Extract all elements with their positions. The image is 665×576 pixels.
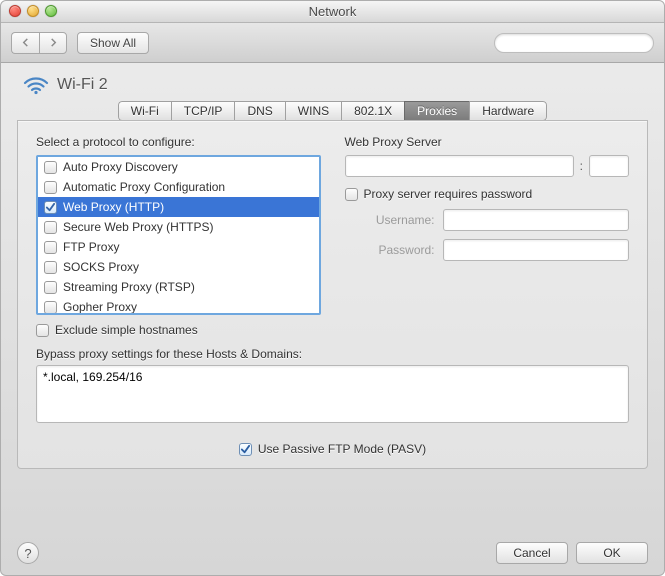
protocol-row[interactable]: FTP Proxy [38, 237, 319, 257]
checkbox-icon[interactable] [44, 181, 57, 194]
protocol-row[interactable]: SOCKS Proxy [38, 257, 319, 277]
checkbox-icon[interactable] [44, 241, 57, 254]
ok-label: OK [603, 546, 620, 560]
toolbar: Show All [1, 23, 664, 63]
checkbox-icon[interactable] [44, 301, 57, 314]
protocol-row[interactable]: Streaming Proxy (RTSP) [38, 277, 319, 297]
proxy-host-input[interactable] [345, 155, 574, 177]
protocol-row[interactable]: Web Proxy (HTTP) [38, 197, 319, 217]
checkbox-icon[interactable] [44, 221, 57, 234]
minimize-icon[interactable] [27, 5, 39, 17]
bottom-bar: ? Cancel OK [1, 531, 664, 575]
cancel-button[interactable]: Cancel [496, 542, 568, 564]
protocol-row[interactable]: Auto Proxy Discovery [38, 157, 319, 177]
protocol-label: Auto Proxy Discovery [63, 160, 178, 174]
protocol-row[interactable]: Automatic Proxy Configuration [38, 177, 319, 197]
tab-label: Proxies [417, 104, 457, 118]
search-field[interactable] [494, 33, 654, 53]
proxy-port-input[interactable] [589, 155, 629, 177]
ok-button[interactable]: OK [576, 542, 648, 564]
window-title: Network [309, 4, 357, 19]
interface-name: Wi-Fi 2 [57, 76, 108, 94]
username-label: Username: [345, 213, 435, 227]
passive-ftp-checkbox[interactable]: Use Passive FTP Mode (PASV) [36, 442, 629, 456]
requires-password-checkbox[interactable]: Proxy server requires password [345, 187, 630, 201]
window-controls [9, 5, 57, 17]
proxies-pane: Select a protocol to configure: Auto Pro… [17, 120, 648, 469]
checkbox-icon [36, 324, 49, 337]
proxy-server-row: : [345, 155, 630, 177]
bypass-label: Bypass proxy settings for these Hosts & … [36, 347, 629, 361]
protocol-row[interactable]: Secure Web Proxy (HTTPS) [38, 217, 319, 237]
chevron-left-icon [21, 38, 30, 47]
web-proxy-server-label: Web Proxy Server [345, 135, 630, 149]
protocol-label: FTP Proxy [63, 240, 119, 254]
password-label: Password: [345, 243, 435, 257]
tab-label: TCP/IP [184, 104, 223, 118]
tab-wi-fi[interactable]: Wi-Fi [118, 101, 171, 121]
chevron-right-icon [49, 38, 58, 47]
tab-label: 802.1X [354, 104, 392, 118]
checkbox-icon [239, 443, 252, 456]
tab-label: Hardware [482, 104, 534, 118]
exclude-simple-label: Exclude simple hostnames [55, 323, 198, 337]
protocol-label: Secure Web Proxy (HTTPS) [63, 220, 213, 234]
protocol-label: SOCKS Proxy [63, 260, 139, 274]
content-area: Wi-Fi 2 Wi-Fi TCP/IP DNS WINS 802.1X Proxies H… [1, 63, 664, 482]
tab-proxies[interactable]: Proxies [404, 101, 469, 121]
show-all-button[interactable]: Show All [77, 32, 149, 54]
protocol-list[interactable]: Auto Proxy Discovery Automatic Proxy Conf… [36, 155, 321, 315]
close-icon[interactable] [9, 5, 21, 17]
zoom-icon[interactable] [45, 5, 57, 17]
tab-dns[interactable]: DNS [234, 101, 284, 121]
checkbox-icon[interactable] [44, 261, 57, 274]
tab-label: WINS [298, 104, 329, 118]
help-button[interactable]: ? [17, 542, 39, 564]
checkbox-icon[interactable] [44, 201, 57, 214]
protocol-row[interactable]: Gopher Proxy [38, 297, 319, 315]
tab-802-1x[interactable]: 802.1X [341, 101, 404, 121]
nav-buttons [11, 32, 67, 54]
select-protocol-label: Select a protocol to configure: [36, 135, 321, 149]
checkbox-icon [345, 188, 358, 201]
tab-hardware[interactable]: Hardware [469, 101, 547, 121]
search-input[interactable] [505, 36, 651, 50]
tab-label: Wi-Fi [131, 104, 159, 118]
protocol-label: Gopher Proxy [63, 300, 137, 314]
checkbox-icon[interactable] [44, 281, 57, 294]
protocol-label: Streaming Proxy (RTSP) [63, 280, 195, 294]
exclude-simple-hostnames-checkbox[interactable]: Exclude simple hostnames [36, 323, 321, 337]
tab-bar: Wi-Fi TCP/IP DNS WINS 802.1X Proxies Hardware [17, 101, 648, 121]
cancel-label: Cancel [513, 546, 550, 560]
forward-button[interactable] [39, 32, 67, 54]
tab-label: DNS [247, 104, 272, 118]
back-button[interactable] [11, 32, 39, 54]
host-port-separator: : [580, 159, 583, 173]
password-input[interactable] [443, 239, 630, 261]
username-input[interactable] [443, 209, 630, 231]
passive-ftp-label: Use Passive FTP Mode (PASV) [258, 442, 426, 456]
titlebar: Network [1, 1, 664, 23]
tab-tcp-ip[interactable]: TCP/IP [171, 101, 235, 121]
help-icon: ? [24, 546, 31, 561]
checkbox-icon[interactable] [44, 161, 57, 174]
network-preferences-window: Network Show All Wi-Fi [0, 0, 665, 576]
protocol-label: Automatic Proxy Configuration [63, 180, 225, 194]
requires-password-label: Proxy server requires password [364, 187, 533, 201]
protocol-label: Web Proxy (HTTP) [63, 200, 164, 214]
bypass-textarea[interactable] [36, 365, 629, 423]
tab-wins[interactable]: WINS [285, 101, 341, 121]
show-all-label: Show All [90, 36, 136, 50]
wifi-icon [23, 75, 49, 95]
interface-header: Wi-Fi 2 [17, 71, 648, 97]
